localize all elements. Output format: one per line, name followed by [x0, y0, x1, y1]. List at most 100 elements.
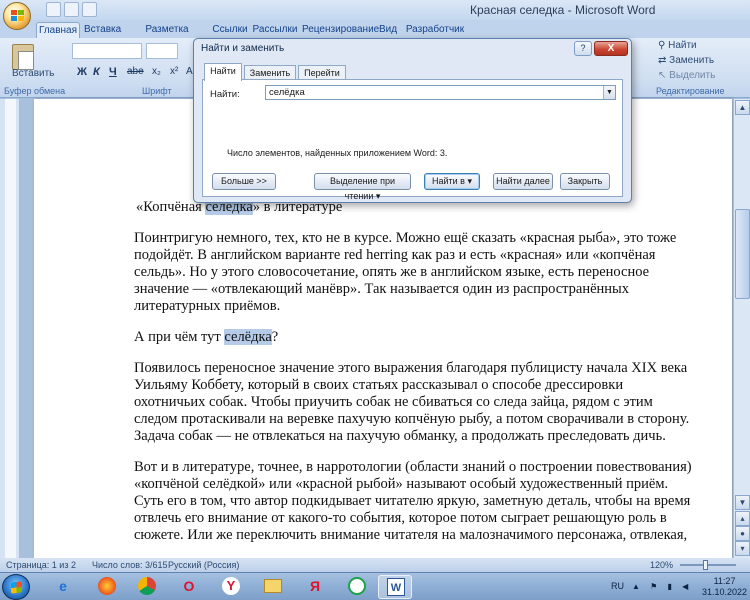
ribbon-tabs: Главная Вставка Разметка страницы Ссылки…	[0, 20, 750, 50]
help-button[interactable]: ?	[574, 41, 592, 56]
doc-paragraph-2: Появилось переносное значение этого выра…	[134, 360, 690, 444]
redo-icon[interactable]	[82, 2, 97, 17]
previous-page-icon[interactable]: ▴	[735, 511, 750, 526]
folder-icon	[264, 579, 282, 593]
clock[interactable]: 11:27 31.10.2022	[702, 576, 747, 598]
select-ribbon-button[interactable]: ↖ Выделить	[658, 70, 715, 81]
tab-insert[interactable]: Вставка	[84, 22, 121, 38]
taskbar-app-ie[interactable]: e	[46, 575, 80, 599]
result-message: Число элементов, найденных приложением W…	[227, 148, 448, 158]
tab-references[interactable]: Ссылки	[212, 22, 248, 38]
find-label: Найти:	[210, 89, 240, 100]
tab-mailings[interactable]: Рассылки	[252, 22, 298, 38]
taskbar-app-yandex[interactable]: Я	[298, 575, 332, 599]
doc-paragraph-1: Поинтригую немного, тех, кто не в курсе.…	[134, 230, 677, 314]
tray-language[interactable]: RU	[611, 581, 624, 591]
find-input-value: селёдка	[269, 87, 305, 98]
chevron-down-icon[interactable]: ▼	[603, 86, 615, 99]
clock-time: 11:27	[713, 576, 736, 586]
word-icon: W	[387, 578, 405, 596]
undo-icon[interactable]	[64, 2, 79, 17]
minimize-button[interactable]	[672, 0, 698, 18]
strikethrough-button[interactable]: abe	[127, 66, 144, 77]
window-controls	[672, 0, 750, 18]
status-page[interactable]: Страница: 1 из 2	[6, 560, 76, 570]
tab-home[interactable]: Главная	[36, 22, 80, 38]
font-size-combo[interactable]	[146, 43, 178, 59]
dialog-tab-goto[interactable]: Перейти	[298, 65, 346, 80]
underline-button[interactable]: Ч	[109, 66, 117, 78]
taskbar: e O Y Я W RU ▲ ⚑ ▮ ◀ 11:27 31.10.2022	[0, 572, 750, 600]
replace-icon: ⇄	[658, 55, 670, 66]
notification-app-icon	[348, 577, 366, 595]
taskbar-app-firefox[interactable]	[90, 575, 124, 599]
superscript-button[interactable]: x²	[170, 66, 178, 77]
status-language[interactable]: Русский (Россия)	[168, 560, 239, 570]
cursor-icon: ↖	[658, 70, 670, 81]
binoculars-icon: ⚲	[658, 40, 669, 51]
group-font-label: Шрифт	[142, 86, 172, 96]
title-bar: Красная селедка - Microsoft Word	[0, 0, 750, 20]
subscript-button[interactable]: x₂	[152, 66, 161, 77]
scroll-down-icon[interactable]: ▼	[735, 495, 750, 510]
tab-page-layout[interactable]: Разметка страницы	[127, 22, 207, 50]
clock-date: 31.10.2022	[702, 587, 748, 597]
reading-highlight-button[interactable]: Выделение при чтении ▾	[314, 173, 411, 201]
yandex-browser-icon: Y	[222, 577, 240, 595]
taskbar-app-opera[interactable]: O	[172, 575, 206, 599]
document-body[interactable]: «Копчёная селёдка» в литературе Поинтриг…	[134, 199, 694, 558]
tray-icons[interactable]: ▲ ⚑ ▮ ◀	[632, 582, 692, 591]
tab-developer[interactable]: Разработчик	[404, 22, 466, 38]
status-bar: Страница: 1 из 2 Число слов: 3/615 Русск…	[0, 558, 750, 572]
find-ribbon-label: Найти	[668, 40, 697, 51]
taskbar-app-chrome[interactable]	[130, 575, 164, 599]
paste-label[interactable]: Вставить	[12, 68, 54, 79]
next-page-icon[interactable]: ▾	[735, 541, 750, 556]
yandex-icon: Я	[309, 578, 321, 594]
find-input[interactable]: селёдка ▼	[265, 85, 616, 100]
status-words[interactable]: Число слов: 3/615	[92, 560, 168, 570]
office-button[interactable]	[3, 2, 31, 30]
search-match: селёдка	[224, 329, 272, 345]
save-icon[interactable]	[46, 2, 61, 17]
font-name-combo[interactable]	[72, 43, 142, 59]
zoom-slider[interactable]	[680, 564, 736, 566]
tab-review[interactable]: Рецензирование	[302, 22, 379, 38]
find-ribbon-button[interactable]: ⚲ Найти	[658, 40, 697, 51]
firefox-icon	[98, 577, 116, 595]
taskbar-app-notifier[interactable]	[340, 575, 374, 599]
dialog-tab-find[interactable]: Найти	[204, 63, 242, 81]
find-next-button[interactable]: Найти далее	[493, 173, 553, 190]
scroll-up-icon[interactable]: ▲	[735, 100, 750, 115]
dialog-tab-replace[interactable]: Заменить	[244, 65, 296, 80]
find-replace-dialog: Найти и заменить ? X Найти Заменить Пере…	[193, 38, 632, 203]
paste-icon[interactable]	[12, 44, 34, 70]
dialog-close-button[interactable]: X	[594, 41, 628, 56]
italic-button[interactable]: К	[93, 66, 100, 78]
browse-object-icon[interactable]: ●	[735, 526, 750, 541]
status-zoom[interactable]: 120%	[650, 560, 673, 570]
close-window-button[interactable]	[724, 0, 750, 18]
window-title: Красная селедка - Microsoft Word	[470, 3, 656, 17]
tab-view[interactable]: Вид	[376, 22, 400, 38]
office-logo-icon	[11, 10, 24, 21]
bold-button[interactable]: Ж	[77, 66, 87, 78]
replace-ribbon-button[interactable]: ⇄ Заменить	[658, 55, 714, 66]
vertical-scrollbar[interactable]: ▲ ▼ ▴ ● ▾	[733, 99, 750, 558]
chrome-icon	[138, 577, 156, 595]
select-ribbon-label: Выделить	[669, 70, 716, 81]
zoom-slider-knob[interactable]	[703, 560, 708, 570]
find-in-button[interactable]: Найти в ▾	[424, 173, 480, 190]
doc-subheading: А при чём тут селёдка?	[134, 329, 279, 345]
maximize-button[interactable]	[698, 0, 724, 18]
group-clipboard-label: Буфер обмена	[4, 86, 66, 96]
taskbar-app-explorer[interactable]	[256, 575, 290, 599]
group-editing-label: Редактирование	[656, 86, 725, 96]
more-button[interactable]: Больше >>	[212, 173, 276, 190]
taskbar-app-word[interactable]: W	[378, 575, 412, 599]
close-button[interactable]: Закрыть	[560, 173, 610, 190]
doc-paragraph-3: Вот и в литературе, точнее, в нарротолог…	[134, 459, 692, 543]
start-button[interactable]	[2, 574, 30, 600]
taskbar-app-yandex-browser[interactable]: Y	[214, 575, 248, 599]
scroll-thumb[interactable]	[735, 209, 750, 299]
